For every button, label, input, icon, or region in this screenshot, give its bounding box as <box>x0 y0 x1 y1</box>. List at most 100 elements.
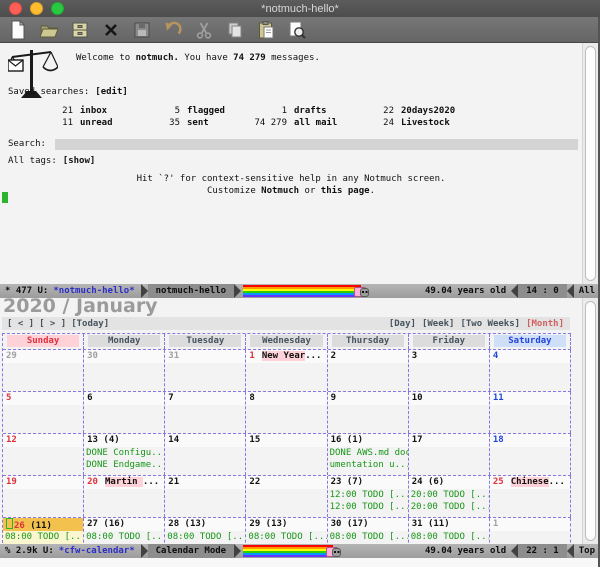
customize-notmuch-link[interactable]: Notmuch <box>261 186 299 196</box>
scrollbar[interactable] <box>582 298 598 544</box>
saved-search-link[interactable]: 20days2020 <box>401 106 455 116</box>
calendar-day-cell[interactable]: 28 (13)08:00 TODO [...08:00 TODO [... <box>165 518 246 544</box>
cut-icon[interactable] <box>193 19 215 41</box>
calendar-day-cell[interactable]: 20Martin ... <box>84 476 165 517</box>
scrollbar-thumb[interactable] <box>585 301 596 541</box>
calendar-day-cell[interactable]: 18 <box>490 434 571 475</box>
calendar-day-cell[interactable]: 27 (16)08:00 TODO [...08:00 TODO [... <box>84 518 165 544</box>
show-tags-link[interactable]: [show] <box>63 156 96 166</box>
rainbow-icon <box>243 545 333 557</box>
calendar-day-cell[interactable]: 11 <box>490 392 571 433</box>
saved-search-link[interactable]: flagged <box>187 106 225 116</box>
calendar-day-cell[interactable]: 1 <box>490 518 571 544</box>
edit-saved-searches-link[interactable]: [edit] <box>95 87 128 97</box>
view-twoweeks-button[interactable]: [Two Weeks] <box>460 319 520 329</box>
customize-page-link[interactable]: this page <box>321 186 370 196</box>
search-input[interactable] <box>55 139 578 150</box>
calendar-event[interactable]: 20:00 TODO [... <box>409 501 489 513</box>
calendar-day-cell[interactable]: 7 <box>165 392 246 433</box>
holiday-ellipsis: ... <box>305 351 321 361</box>
calendar-event[interactable]: 08:00 TODO [... <box>409 531 489 543</box>
titlebar: *notmuch-hello* <box>0 0 600 17</box>
calendar-event[interactable]: 12:00 TODO [... <box>328 489 408 501</box>
dired-cabinet-icon[interactable] <box>69 19 91 41</box>
calendar-event[interactable]: umentation u... <box>328 459 408 471</box>
view-week-button[interactable]: [Week] <box>422 319 455 329</box>
major-mode[interactable]: Calendar Mode <box>148 544 234 558</box>
powerline-separator-icon <box>234 544 241 558</box>
calendar-event[interactable]: 08:00 TODO [... <box>84 531 164 543</box>
buffer-name[interactable]: *notmuch-hello* <box>53 286 140 296</box>
calendar-day-cell[interactable]: 30 <box>84 350 165 391</box>
calendar-day-cell[interactable]: 24 (6)20:00 TODO [...20:00 TODO [... <box>409 476 490 517</box>
scrollbar-thumb[interactable] <box>585 46 596 281</box>
day-number: 22 <box>249 477 260 487</box>
calendar-day-cell[interactable]: 13 (4)DONE Configu...DONE Endgame... <box>84 434 165 475</box>
calendar-day-cell[interactable]: 22 <box>246 476 327 517</box>
saved-search-link[interactable]: all mail <box>294 118 337 128</box>
modeline-notmuch: * 477 U: *notmuch-hello* notmuch-hello 4… <box>0 284 600 298</box>
search-icon[interactable] <box>286 19 308 41</box>
calendar-day-cell[interactable]: 26 (11)08:00 TODO [...08:00 TODO [... <box>3 518 84 544</box>
new-file-icon[interactable] <box>7 19 29 41</box>
view-month-button[interactable]: [Month] <box>526 319 564 329</box>
calendar-day-cell[interactable]: 14 <box>165 434 246 475</box>
major-mode[interactable]: notmuch-hello <box>148 284 234 298</box>
save-buffer-icon[interactable] <box>131 19 153 41</box>
calendar-event[interactable]: DONE Endgame... <box>84 459 164 471</box>
day-number: 27 <box>87 519 98 529</box>
calendar-day-cell[interactable]: 29 (13)08:00 TODO [...08:00 TODO [... <box>246 518 327 544</box>
search-count: 74 279 <box>242 117 287 129</box>
calendar-day-cell[interactable]: 6 <box>84 392 165 433</box>
calendar-day-cell[interactable]: 16 (1)DONE AWS.md documentation u... <box>328 434 409 475</box>
calendar-event[interactable]: 08:00 TODO [... <box>246 531 326 543</box>
calendar-day-cell[interactable]: 5 <box>3 392 84 433</box>
calendar-day-cell[interactable]: 31 (11)08:00 TODO [...08:00 TODO [... <box>409 518 490 544</box>
saved-search-link[interactable]: Livestock <box>401 118 450 128</box>
calendar-event[interactable]: 08:00 TODO [... <box>3 531 83 543</box>
saved-search-link[interactable]: inbox <box>80 106 107 116</box>
calendar-day-cell[interactable]: 25Chinese... <box>490 476 571 517</box>
calendar-day-cell[interactable]: 23 (7)12:00 TODO [...12:00 TODO [... <box>328 476 409 517</box>
prev-month-button[interactable]: [ < ] <box>7 319 34 329</box>
calendar-day-cell[interactable]: 8 <box>246 392 327 433</box>
calendar-day-cell[interactable]: 9 <box>328 392 409 433</box>
calendar-event[interactable]: 08:00 TODO [... <box>165 531 245 543</box>
welcome-brand: notmuch. <box>136 53 179 63</box>
day-number: 31 <box>412 519 423 529</box>
saved-searches-line: Saved searches:[edit] <box>8 87 128 97</box>
buffer-name[interactable]: *cfw-calendar* <box>59 546 141 556</box>
calendar-day-cell[interactable]: 31 <box>165 350 246 391</box>
calendar-day-cell[interactable]: 2 <box>328 350 409 391</box>
close-buffer-icon[interactable] <box>100 19 122 41</box>
calendar-day-cell[interactable]: 17 <box>409 434 490 475</box>
calendar-day-cell[interactable]: 3 <box>409 350 490 391</box>
calendar-event[interactable]: 20:00 TODO [... <box>409 489 489 501</box>
calendar-day-cell[interactable]: 29 <box>3 350 84 391</box>
echo-area <box>0 558 600 567</box>
calendar-day-cell[interactable]: 10 <box>409 392 490 433</box>
calendar-day-cell[interactable]: 21 <box>165 476 246 517</box>
copy-icon[interactable] <box>224 19 246 41</box>
calendar-event[interactable]: 08:00 TODO [... <box>328 531 408 543</box>
calendar-day-cell[interactable]: 15 <box>246 434 327 475</box>
view-day-button[interactable]: [Day] <box>389 319 416 329</box>
open-folder-icon[interactable] <box>38 19 60 41</box>
nyan-progress-bar <box>243 284 369 298</box>
scrollbar[interactable] <box>582 43 598 284</box>
saved-search-link[interactable]: drafts <box>294 106 327 116</box>
calendar-day-cell[interactable]: 19 <box>3 476 84 517</box>
calendar-event[interactable]: 12:00 TODO [... <box>328 501 408 513</box>
calendar-event[interactable]: DONE AWS.md doc <box>328 447 408 459</box>
saved-search-link[interactable]: unread <box>80 118 113 128</box>
next-month-button[interactable]: [ > ] <box>39 319 66 329</box>
calendar-event[interactable]: DONE Configu... <box>84 447 164 459</box>
calendar-day-cell[interactable]: 12 <box>3 434 84 475</box>
today-button[interactable]: [Today] <box>71 319 109 329</box>
calendar-day-cell[interactable]: 4 <box>490 350 571 391</box>
saved-search-link[interactable]: sent <box>187 118 209 128</box>
paste-icon[interactable] <box>255 19 277 41</box>
calendar-day-cell[interactable]: 1New Year... <box>246 350 327 391</box>
undo-icon[interactable] <box>162 19 184 41</box>
calendar-day-cell[interactable]: 30 (17)08:00 TODO [...08:00 TODO [... <box>328 518 409 544</box>
